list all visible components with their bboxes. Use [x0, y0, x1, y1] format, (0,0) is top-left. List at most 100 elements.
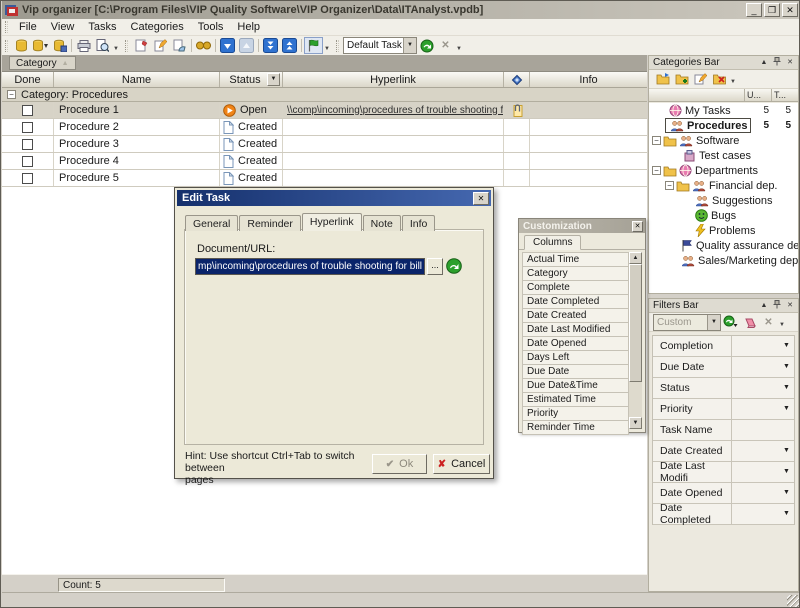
table-row[interactable]: Procedure 4 Created [2, 153, 647, 170]
collapse-all-icon[interactable] [280, 37, 299, 54]
menu-drag-handle[interactable] [5, 21, 8, 33]
minimize-icon[interactable]: _ [746, 3, 762, 17]
column-item[interactable]: Due Date&Time [522, 379, 629, 393]
column-item[interactable]: Date Created [522, 309, 629, 323]
filter-value-field[interactable]: ▼ [732, 378, 794, 398]
edit-task-icon[interactable] [151, 37, 170, 54]
maximize-icon[interactable]: ❐ [764, 3, 780, 17]
tree-item-suggestions[interactable]: Suggestions [649, 193, 798, 208]
close-icon[interactable]: ✕ [473, 192, 489, 205]
scrollbar[interactable]: ▲ ▼ [629, 252, 642, 429]
tab-columns[interactable]: Columns [524, 235, 581, 250]
tree-item-procedures[interactable]: Procedures 5 5 [649, 118, 798, 133]
new-task-icon[interactable] [132, 37, 151, 54]
menu-file[interactable]: File [12, 19, 44, 36]
tree-item-departments[interactable]: − Departments [649, 163, 798, 178]
filter-preset-combobox[interactable]: Custom ▼ [653, 314, 721, 331]
column-header-info[interactable]: Info [530, 72, 647, 87]
table-row[interactable]: Procedure 5 Created [2, 170, 647, 187]
tree-item-software[interactable]: − Software [649, 133, 798, 148]
done-checkbox[interactable] [22, 156, 33, 167]
table-group-row[interactable]: − Category: Procedures [2, 88, 647, 102]
menu-tasks[interactable]: Tasks [81, 19, 123, 36]
new-subcategory-icon[interactable] [672, 71, 691, 88]
toolbar-overflow-icon[interactable]: ▼ [323, 38, 331, 54]
tree-item-quality-assurance[interactable]: Quality assurance de [649, 238, 798, 253]
column-header-uncompleted[interactable]: U... [744, 89, 771, 101]
collapse-panel-icon[interactable]: ▲ [758, 57, 770, 68]
column-item[interactable]: Date Completed [522, 295, 629, 309]
column-item[interactable]: Date Last Modified [522, 323, 629, 337]
collapse-panel-icon[interactable]: ▲ [758, 300, 770, 311]
save-database-icon[interactable] [50, 37, 69, 54]
task-view-combobox[interactable]: Default Task V ▼ [343, 37, 417, 54]
toolbar-overflow-icon[interactable]: ▼ [455, 38, 463, 54]
done-checkbox[interactable] [22, 173, 33, 184]
column-item[interactable]: Reminder Time [522, 421, 629, 435]
column-item[interactable]: Category [522, 267, 629, 281]
tab-note[interactable]: Note [363, 215, 401, 231]
column-item[interactable]: Estimated Time [522, 393, 629, 407]
table-row[interactable]: Procedure 3 Created [2, 136, 647, 153]
open-link-icon[interactable] [445, 257, 463, 275]
close-icon[interactable]: ✕ [784, 57, 796, 68]
column-header-hyperlink[interactable]: Hyperlink [283, 72, 504, 87]
print-preview-icon[interactable] [93, 37, 112, 54]
green-flag-icon[interactable] [304, 37, 323, 54]
clear-view-icon[interactable]: ✕ [436, 37, 455, 54]
chevron-down-icon[interactable]: ▼ [780, 337, 793, 354]
chevron-down-icon[interactable]: ▼ [780, 484, 793, 501]
menu-help[interactable]: Help [230, 19, 267, 36]
column-header-name[interactable]: Name [54, 72, 220, 87]
column-item[interactable]: Priority [522, 407, 629, 421]
duplicate-task-icon[interactable] [170, 37, 189, 54]
collapse-group-icon[interactable]: − [7, 90, 16, 99]
browse-button[interactable]: ... [427, 258, 443, 275]
filter-value-field[interactable]: ▼ [732, 336, 794, 356]
scrollbar-thumb[interactable] [629, 264, 642, 382]
filter-value-field[interactable]: ▼ [732, 462, 794, 482]
filter-value-field[interactable]: ▼ [732, 441, 794, 461]
toolbar-overflow-icon[interactable]: ▼ [778, 314, 786, 330]
chevron-down-icon[interactable]: ▼ [403, 38, 416, 53]
tree-item-my-tasks[interactable]: My Tasks 5 5 [649, 103, 798, 118]
column-item[interactable]: Due Date [522, 365, 629, 379]
hyperlink[interactable]: \\comp\incoming\procedures of trouble sh… [287, 105, 504, 116]
chevron-down-icon[interactable]: ▼ [780, 505, 793, 522]
delete-category-icon[interactable] [710, 71, 729, 88]
filter-value-field[interactable]: ▼ [732, 357, 794, 377]
expand-all-icon[interactable] [261, 37, 280, 54]
tab-info[interactable]: Info [402, 215, 436, 231]
cancel-button[interactable]: ✘ Cancel [433, 454, 490, 474]
filter-value-field[interactable]: ▼ [732, 399, 794, 419]
column-item[interactable]: Complete [522, 281, 629, 295]
tab-general[interactable]: General [185, 215, 238, 231]
chevron-down-icon[interactable]: ▼ [780, 442, 793, 459]
move-down-icon[interactable] [218, 37, 237, 54]
group-by-category-button[interactable]: Category ▲ [9, 56, 76, 70]
close-filter-icon[interactable]: ✕ [759, 314, 778, 331]
menu-tools[interactable]: Tools [191, 19, 231, 36]
view-completed-icon[interactable] [194, 37, 213, 54]
column-header-done[interactable]: Done [2, 72, 54, 87]
chevron-down-icon[interactable]: ▼ [780, 400, 793, 417]
table-row[interactable]: Procedure 1 Open \\comp\incoming\procedu… [2, 102, 647, 119]
tree-item-sales-marketing[interactable]: Sales/Marketing dep [649, 253, 798, 268]
done-checkbox[interactable] [22, 139, 33, 150]
menu-view[interactable]: View [44, 19, 82, 36]
close-icon[interactable]: ✕ [782, 3, 798, 17]
tab-reminder[interactable]: Reminder [239, 215, 301, 231]
filter-value-field[interactable]: ▼ [732, 483, 794, 503]
tree-item-problems[interactable]: Problems [649, 223, 798, 238]
tree-item-financial-dep[interactable]: − Financial dep. [649, 178, 798, 193]
filter-value-field[interactable] [732, 420, 794, 440]
move-up-icon[interactable] [237, 37, 256, 54]
collapse-node-icon[interactable]: − [652, 136, 661, 145]
column-header-attachment[interactable] [504, 72, 530, 87]
apply-filter-icon[interactable] [721, 314, 740, 331]
tree-item-test-cases[interactable]: Test cases [649, 148, 798, 163]
collapse-node-icon[interactable]: − [665, 181, 674, 190]
column-header-total[interactable]: T... [771, 89, 798, 101]
column-header-status[interactable]: Status ▼ [220, 72, 283, 87]
column-item[interactable]: Date Opened [522, 337, 629, 351]
